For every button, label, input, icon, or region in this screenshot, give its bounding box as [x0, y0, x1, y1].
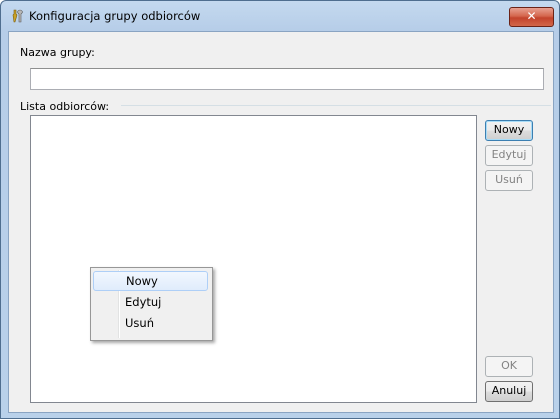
ok-button[interactable]: OK [485, 356, 533, 377]
recipients-label: Lista odbiorców: [20, 100, 114, 113]
context-menu-item-new[interactable]: Nowy [93, 271, 208, 291]
close-icon: ✕ [526, 9, 537, 23]
context-menu: Nowy Edytuj Usuń [90, 267, 213, 341]
group-name-label: Nazwa grupy: [20, 46, 95, 59]
context-menu-item-edit[interactable]: Edytuj [93, 292, 208, 312]
window-title: Konfiguracja grupy odbiorców [29, 9, 201, 23]
dialog-content: Nazwa grupy: Lista odbiorców: Nowy Edytu… [8, 31, 554, 413]
tools-icon [11, 9, 25, 23]
recipients-list[interactable] [30, 115, 477, 403]
group-name-input[interactable] [30, 68, 544, 90]
recipients-separator [121, 105, 551, 106]
cancel-button[interactable]: Anuluj [485, 381, 533, 402]
dialog-window: Konfiguracja grupy odbiorców ✕ Nazwa gru… [0, 0, 560, 419]
close-button[interactable]: ✕ [509, 7, 554, 27]
edit-button[interactable]: Edytuj [485, 145, 533, 166]
new-button[interactable]: Nowy [485, 120, 533, 141]
context-menu-item-delete[interactable]: Usuń [93, 313, 208, 333]
title-bar[interactable]: Konfiguracja grupy odbiorców ✕ [1, 1, 559, 31]
delete-button[interactable]: Usuń [485, 170, 533, 191]
